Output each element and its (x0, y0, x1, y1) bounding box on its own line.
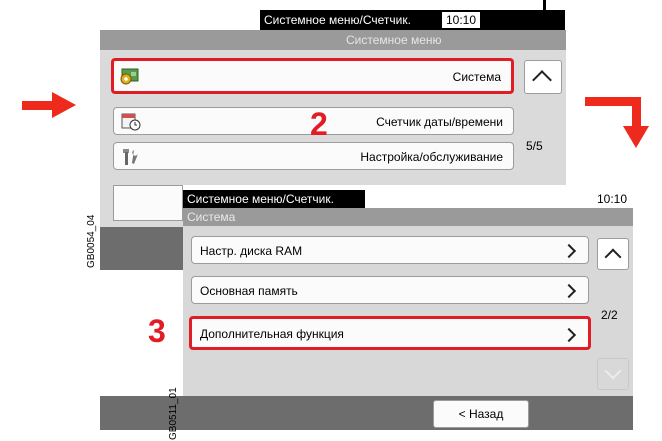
menu-item-label: Система (452, 70, 501, 84)
system-gear-icon (120, 68, 139, 85)
system-menu-screen: Системное меню/Счетчик. 10:10 Системное … (100, 10, 566, 185)
chevron-down-icon (604, 362, 622, 380)
chevron-up-icon (532, 70, 552, 90)
figure-label: GB0511_01 (168, 387, 179, 440)
menu-item-label: Основная память (200, 284, 298, 298)
system-screen: Системное меню/Счетчик. 10:10 Система На… (183, 190, 633, 430)
tools-icon (123, 149, 138, 165)
clock: 10:10 (597, 192, 628, 206)
menu-item-label: Дополнительная функция (200, 327, 344, 341)
step-number: 3 (148, 313, 166, 349)
calendar-clock-icon (121, 113, 141, 131)
turn-down-arrow-icon (585, 92, 649, 156)
menu-item-optional-function[interactable]: Дополнительная функция (189, 316, 591, 350)
scroll-down-button[interactable] (597, 358, 629, 390)
right-arrow-icon (22, 92, 76, 118)
chevron-up-icon (604, 248, 622, 266)
chevron-right-icon (561, 243, 577, 259)
clock: 10:10 (442, 12, 481, 28)
page-indicator: 2/2 (601, 308, 618, 322)
subtitle-bar: Системное меню (100, 30, 566, 50)
screen-title: Системное меню/Счетчик. (187, 192, 334, 206)
back-button[interactable]: < Назад (433, 400, 529, 428)
step-number: 2 (310, 106, 328, 142)
screen-title-bar: Системное меню/Счетчик. (183, 190, 633, 208)
chevron-right-icon (561, 283, 577, 299)
menu-item-main-memory[interactable]: Основная память (191, 276, 589, 304)
subtitle: Системное меню (346, 33, 442, 47)
menu-item-system[interactable]: Система (111, 58, 514, 94)
menu-item-label: Настройка/обслуживание (360, 150, 503, 164)
scroll-up-button[interactable] (597, 238, 629, 270)
bottom-bar (183, 396, 633, 430)
menu-item-label: Настр. диска RAM (200, 244, 303, 258)
menu-item-partial (100, 185, 183, 227)
menu-item-ram-disk[interactable]: Настр. диска RAM (191, 236, 589, 264)
scroll-up-button[interactable] (524, 60, 562, 94)
subtitle: Система (187, 210, 236, 224)
figure-label: GB0054_04 (86, 214, 97, 268)
chevron-right-icon (561, 327, 577, 343)
screen-title: Системное меню/Счетчик. (264, 13, 411, 27)
menu-item-label: Счетчик даты/времени (376, 115, 503, 129)
bottom-bar (100, 227, 183, 270)
menu-item-maintenance[interactable]: Настройка/обслуживание (113, 142, 514, 170)
page-indicator: 5/5 (526, 139, 543, 153)
subtitle-bar: Система (183, 208, 633, 226)
